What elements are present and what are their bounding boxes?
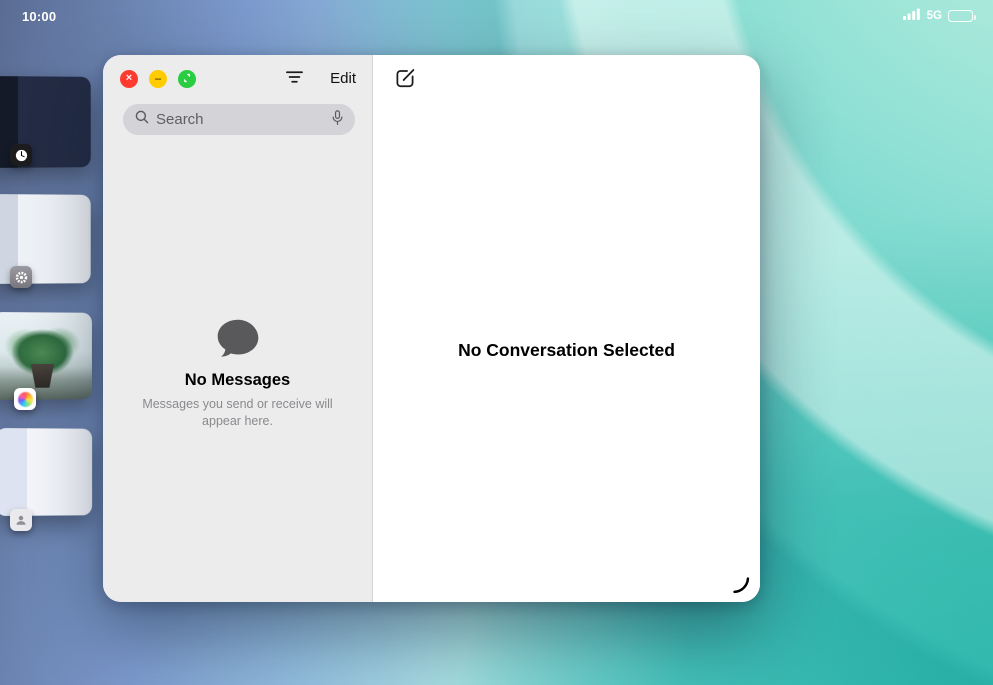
network-type-label: 5G (927, 10, 942, 22)
close-window-button[interactable]: × (120, 70, 138, 88)
clock-icon (10, 144, 32, 166)
status-bar: 10:00 5G (0, 0, 993, 28)
zoom-window-button[interactable] (178, 70, 196, 88)
sidebar-toolbar-actions: Edit (285, 69, 356, 88)
no-messages-subtitle: Messages you send or receive will appear… (138, 396, 338, 429)
photos-app-preview (0, 312, 92, 400)
search-input[interactable] (156, 111, 324, 128)
stage-thumbnail-contacts[interactable] (0, 428, 95, 516)
no-conversation-selected-title: No Conversation Selected (373, 340, 760, 361)
window-resize-handle[interactable] (730, 574, 750, 594)
messages-window: × − Edit (103, 55, 760, 602)
minimize-window-button[interactable]: − (149, 70, 167, 88)
minimize-icon: − (154, 73, 161, 85)
clock-time: 10:00 (22, 9, 56, 24)
fullscreen-arrows-icon (182, 72, 192, 85)
filter-button[interactable] (285, 69, 304, 88)
contacts-person-icon (10, 509, 32, 531)
dictation-button[interactable] (330, 109, 345, 130)
window-controls: × − (120, 70, 196, 88)
compose-icon (393, 66, 418, 94)
stage-thumbnail-clock[interactable] (0, 76, 94, 168)
no-messages-empty-state: No Messages Messages you send or receive… (103, 317, 372, 429)
edit-button[interactable]: Edit (330, 70, 356, 87)
compose-button[interactable] (393, 66, 418, 94)
microphone-icon (330, 109, 345, 130)
search-icon (134, 109, 150, 130)
sidebar-toolbar: × − Edit (103, 55, 372, 94)
search-bar[interactable] (123, 104, 355, 135)
cellular-signal-icon (903, 7, 921, 25)
no-messages-title: No Messages (103, 371, 372, 390)
conversation-detail-pane: No Conversation Selected (373, 55, 760, 602)
filter-lines-icon (285, 69, 304, 88)
photos-flower-icon (14, 388, 36, 410)
settings-gear-icon (10, 266, 32, 288)
contacts-app-preview (0, 428, 92, 516)
battery-icon (948, 10, 973, 22)
stage-thumbnail-settings[interactable] (0, 194, 94, 284)
chat-bubble-icon (215, 345, 261, 362)
close-icon: × (126, 73, 132, 84)
ipad-screen: 10:00 5G (0, 0, 993, 685)
status-indicators: 5G (903, 7, 973, 25)
stage-thumbnail-photos[interactable] (0, 312, 95, 400)
conversations-sidebar: × − Edit (103, 55, 373, 602)
